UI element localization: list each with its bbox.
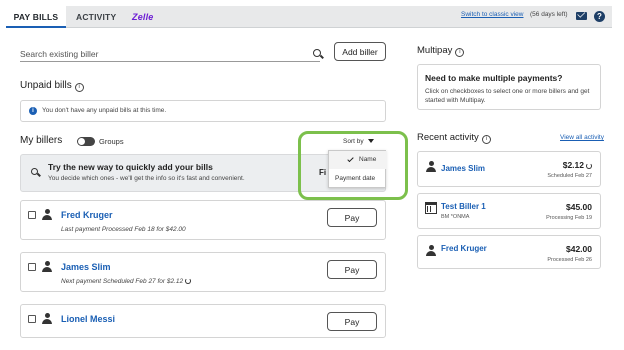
- biller-name-link[interactable]: Lionel Messi: [61, 314, 115, 324]
- switch-classic-view-link[interactable]: Switch to classic view: [461, 11, 524, 18]
- search-icon[interactable]: [313, 49, 321, 57]
- person-icon: [42, 209, 52, 221]
- activity-item[interactable]: James Slim $2.12 Scheduled Feb 27: [417, 151, 601, 187]
- activity-name[interactable]: Fred Kruger: [441, 244, 487, 253]
- biller-checkbox[interactable]: [28, 315, 36, 323]
- biller-detail-text: Next payment Scheduled Feb 27 for $2.12: [61, 278, 184, 285]
- unpaid-bills-title: Unpaid bills: [20, 80, 72, 91]
- person-icon: [42, 313, 52, 325]
- app-frame: PAY BILLS ACTIVITY Zelle Switch to class…: [6, 6, 612, 346]
- recent-activity-title: Recent activity: [417, 132, 479, 143]
- biller-checkbox[interactable]: [28, 263, 36, 271]
- activity-status: Scheduled Feb 27: [547, 173, 592, 179]
- activity-amount: $2.12: [563, 160, 592, 170]
- sort-menu: Name Payment date: [328, 150, 387, 188]
- sort-option-name[interactable]: Name: [329, 151, 387, 169]
- biller-name-link[interactable]: James Slim: [61, 262, 111, 272]
- sync-icon: [185, 278, 192, 284]
- add-biller-button[interactable]: Add biller: [334, 42, 386, 61]
- help-icon[interactable]: ?: [594, 11, 605, 22]
- tab-activity[interactable]: ACTIVITY: [76, 6, 116, 28]
- pay-button[interactable]: Pay: [327, 312, 377, 331]
- unpaid-bills-heading: Unpaid bills i: [20, 80, 84, 92]
- top-nav: PAY BILLS ACTIVITY Zelle Switch to class…: [6, 6, 612, 28]
- activity-amount: $42.00: [566, 244, 592, 254]
- activity-status: Processed Feb 26: [547, 257, 592, 263]
- info-icon: i: [29, 107, 37, 115]
- days-left-text: (56 days left): [530, 11, 568, 18]
- promo-title: Try the new way to quickly add your bill…: [48, 162, 213, 172]
- biller-detail: Next payment Scheduled Feb 27 for $2.12: [61, 278, 192, 285]
- sort-option-payment-date[interactable]: Payment date: [329, 170, 387, 188]
- pay-button[interactable]: Pay: [327, 260, 377, 279]
- info-icon[interactable]: i: [74, 83, 84, 92]
- unpaid-bills-message: You don't have any unpaid bills at this …: [42, 107, 167, 114]
- recent-activity-heading: Recent activity i: [417, 132, 491, 144]
- multipay-heading: Multipay i: [417, 45, 465, 57]
- activity-status: Processing Feb 19: [546, 215, 592, 221]
- pay-button[interactable]: Pay: [327, 208, 377, 227]
- sync-icon: [586, 163, 592, 169]
- promo-subtitle: You decide which ones - we'll get the in…: [48, 175, 245, 182]
- activity-amount-value: $2.12: [562, 160, 584, 170]
- person-icon: [426, 245, 436, 257]
- activity-item[interactable]: Fred Kruger $42.00 Processed Feb 26: [417, 235, 601, 269]
- tab-zelle[interactable]: Zelle: [132, 6, 154, 28]
- activity-subtext: BM *ONMA: [441, 214, 470, 220]
- unpaid-bills-box: i You don't have any unpaid bills at thi…: [20, 100, 386, 122]
- biller-name-link[interactable]: Fred Kruger: [61, 210, 113, 220]
- search-icon: [31, 168, 38, 175]
- groups-toggle[interactable]: [77, 137, 95, 146]
- person-icon: [426, 161, 436, 173]
- building-icon: [425, 202, 437, 214]
- mail-icon[interactable]: [576, 12, 587, 20]
- activity-name[interactable]: Test Biller 1: [441, 202, 486, 211]
- sort-option-label: Name: [359, 156, 377, 163]
- biller-card: Lionel Messi Pay: [20, 304, 386, 338]
- activity-item[interactable]: Test Biller 1 BM *ONMA $45.00 Processing…: [417, 193, 601, 229]
- search-bar: [20, 44, 321, 62]
- check-icon: [347, 155, 354, 163]
- person-icon: [42, 261, 52, 273]
- my-billers-title: My billers: [20, 135, 63, 146]
- activity-amount: $45.00: [566, 202, 592, 212]
- biller-checkbox[interactable]: [28, 211, 36, 219]
- biller-detail: Last payment Processed Feb 18 for $42.00: [61, 226, 186, 233]
- view-all-activity-link[interactable]: View all activity: [560, 134, 604, 141]
- multipay-card: Need to make multiple payments? Click on…: [417, 64, 601, 110]
- groups-label: Groups: [99, 137, 124, 146]
- search-input[interactable]: [20, 46, 300, 59]
- info-icon[interactable]: i: [455, 48, 465, 57]
- biller-card: Fred Kruger Last payment Processed Feb 1…: [20, 200, 386, 240]
- multipay-card-heading: Need to make multiple payments?: [425, 73, 563, 83]
- info-icon[interactable]: i: [481, 135, 491, 144]
- tab-pay-bills[interactable]: PAY BILLS: [6, 6, 66, 28]
- multipay-title: Multipay: [417, 45, 453, 56]
- biller-card: James Slim Next payment Scheduled Feb 27…: [20, 252, 386, 292]
- multipay-card-text: Click on checkboxes to select one or mor…: [425, 88, 590, 104]
- activity-name[interactable]: James Slim: [441, 164, 485, 173]
